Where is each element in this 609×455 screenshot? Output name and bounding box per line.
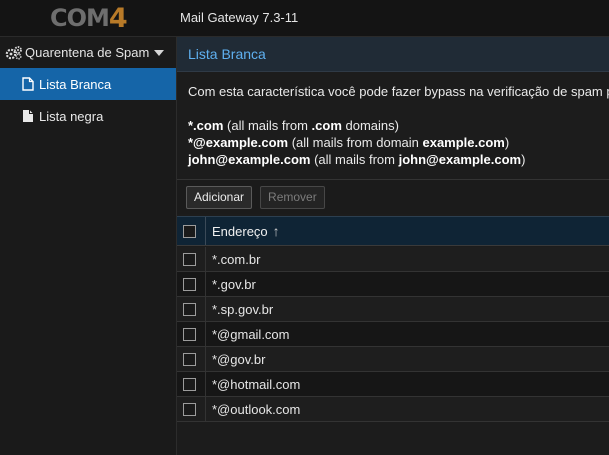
- row-checkbox[interactable]: [183, 402, 196, 416]
- address-cell: *@gmail.com: [212, 326, 290, 342]
- column-header-label: Endereço: [212, 223, 268, 239]
- row-checkbox[interactable]: [183, 302, 196, 316]
- info-text: Com esta característica você pode fazer …: [177, 72, 609, 168]
- column-divider: [205, 297, 206, 321]
- column-divider: [205, 397, 206, 421]
- remove-button[interactable]: Remover: [260, 185, 325, 209]
- document-icon: [22, 77, 34, 91]
- sidebar-item-label: Lista negra: [39, 108, 104, 124]
- sidebar-item-lista-negra[interactable]: Lista negra: [0, 100, 176, 132]
- toolbar: Adicionar Remover: [177, 179, 609, 214]
- sort-ascending-icon: ↑: [272, 223, 280, 239]
- example-line: *@example.com (all mails from domain exa…: [188, 135, 510, 150]
- column-divider: [205, 347, 206, 371]
- row-checkbox[interactable]: [183, 377, 196, 391]
- address-cell: *@outlook.com: [212, 401, 301, 417]
- com4-logo: COM 4: [50, 2, 128, 34]
- sidebar-group-label: Quarentena de Spam: [25, 45, 150, 60]
- row-checkbox[interactable]: [183, 327, 196, 341]
- panel-title: Lista Branca: [177, 37, 609, 72]
- sidebar-group-quarentena[interactable]: Quarentena de Spam: [0, 37, 176, 68]
- document-icon: [23, 110, 33, 122]
- column-divider: [205, 272, 206, 296]
- row-checkbox[interactable]: [183, 252, 196, 266]
- example-line: john@example.com (all mails from john@ex…: [188, 152, 526, 167]
- settings-cogs-icon: [5, 46, 22, 60]
- column-divider: [205, 247, 206, 271]
- column-divider: [205, 217, 206, 245]
- column-divider: [205, 372, 206, 396]
- sidebar-item-lista-branca[interactable]: Lista Branca: [0, 68, 176, 100]
- logo-digit: 4: [108, 2, 128, 34]
- main-panel: Lista Branca Com esta característica voc…: [177, 37, 609, 455]
- table-row[interactable]: *@hotmail.com: [177, 372, 609, 397]
- address-cell: *@hotmail.com: [212, 376, 301, 392]
- column-divider: [205, 322, 206, 346]
- grid-header: Endereço ↑: [177, 216, 609, 246]
- sidebar: Quarentena de Spam Lista Branca Lista ne…: [0, 37, 177, 455]
- app-title: Mail Gateway 7.3-11: [180, 10, 299, 25]
- select-all-checkbox[interactable]: [183, 224, 196, 238]
- table-row[interactable]: *.gov.br: [177, 272, 609, 297]
- description: Com esta característica você pode fazer …: [188, 84, 609, 99]
- row-checkbox[interactable]: [183, 277, 196, 291]
- logo-text: COM: [50, 4, 110, 32]
- caret-down-icon: [154, 49, 165, 56]
- table-row[interactable]: *.com.br: [177, 247, 609, 272]
- example-line: *.com (all mails from .com domains): [188, 118, 399, 133]
- column-header-endereco[interactable]: Endereço ↑: [212, 223, 280, 239]
- address-cell: *@gov.br: [212, 351, 266, 367]
- grid-body: *.com.br *.gov.br *.sp.gov.br *@gmail.co…: [177, 247, 609, 422]
- table-row[interactable]: *@outlook.com: [177, 397, 609, 422]
- address-cell: *.sp.gov.br: [212, 301, 274, 317]
- sidebar-item-label: Lista Branca: [39, 76, 112, 92]
- address-cell: *.gov.br: [212, 276, 256, 292]
- top-bar: COM 4 Mail Gateway 7.3-11: [0, 0, 609, 37]
- table-row[interactable]: *@gov.br: [177, 347, 609, 372]
- add-button[interactable]: Adicionar: [186, 185, 253, 209]
- address-cell: *.com.br: [212, 251, 261, 267]
- table-row[interactable]: *@gmail.com: [177, 322, 609, 347]
- row-checkbox[interactable]: [183, 352, 196, 366]
- table-row[interactable]: *.sp.gov.br: [177, 297, 609, 322]
